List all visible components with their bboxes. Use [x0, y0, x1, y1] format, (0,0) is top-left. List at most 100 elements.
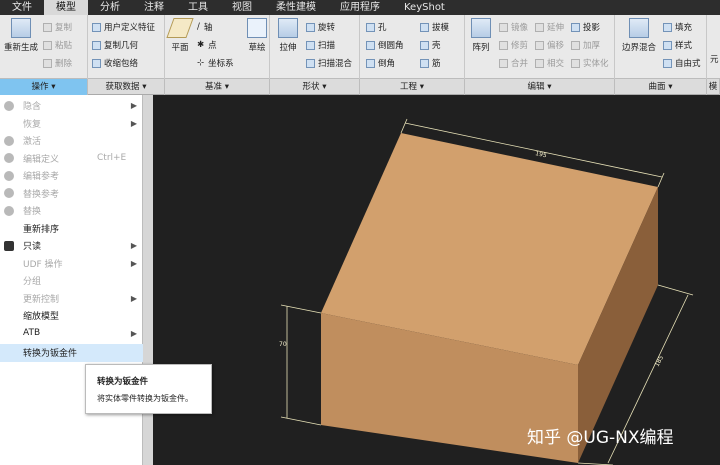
shrinkwrap-icon	[92, 58, 101, 68]
group-get-data: 用户定义特征 复制几何 收缩包络	[88, 15, 165, 79]
operations-group-dropdown[interactable]: 操作 ▾	[0, 79, 88, 95]
project-button[interactable]: 投影	[571, 21, 600, 33]
tab-file[interactable]: 文件	[0, 0, 44, 15]
intersect-button[interactable]: 相交	[535, 57, 564, 69]
revolve-button[interactable]: 旋转	[306, 21, 335, 33]
sweep-icon	[306, 40, 315, 50]
menu-item-edit-definition[interactable]: 编辑定义 Ctrl+E	[0, 150, 143, 168]
menu-item-scale-model[interactable]: 缩放模型	[0, 307, 143, 325]
offset-button[interactable]: 偏移	[535, 39, 564, 51]
group-engineering: 孔 倒圆角 倒角 拔模 壳 筋	[360, 15, 465, 79]
extend-button[interactable]: 延伸	[535, 21, 564, 33]
graphics-viewport[interactable]: 195 70 185	[153, 95, 720, 465]
delete-icon	[43, 58, 52, 68]
ribbon-tabs: 文件 模型 分析 注释 工具 视图 柔性建模 应用程序 KeyShot	[0, 0, 720, 15]
tab-keyshot[interactable]: KeyShot	[392, 0, 457, 15]
intersect-icon	[535, 58, 544, 68]
csys-button[interactable]: ⊹ 坐标系	[197, 57, 234, 69]
udf-button[interactable]: 用户定义特征	[92, 21, 155, 33]
menu-item-group[interactable]: 分组	[0, 272, 143, 290]
replace-icon	[4, 205, 14, 216]
shell-button[interactable]: 壳	[420, 39, 441, 51]
tab-applications[interactable]: 应用程序	[328, 0, 392, 15]
menu-item-udf-operations[interactable]: UDF 操作 ▶	[0, 255, 143, 273]
tab-tools[interactable]: 工具	[176, 0, 220, 15]
revolve-icon	[306, 22, 315, 32]
copy-button[interactable]: 复制	[43, 21, 72, 33]
shapes-group-dropdown[interactable]: 形状 ▾	[270, 79, 360, 95]
suppress-icon	[4, 100, 14, 111]
menu-item-suppress[interactable]: 隐含 ▶	[0, 97, 143, 115]
delete-button[interactable]: 删除	[43, 57, 72, 69]
rib-button[interactable]: 筋	[420, 57, 441, 69]
menu-item-update-control[interactable]: 更新控制 ▶	[0, 290, 143, 308]
sketch-icon	[247, 18, 267, 38]
menu-item-convert-to-sheetmetal[interactable]: 转换为钣金件	[0, 344, 143, 362]
boundary-blend-icon	[629, 18, 649, 38]
tab-flexible-modeling[interactable]: 柔性建模	[264, 0, 328, 15]
tab-model[interactable]: 模型	[44, 0, 88, 15]
mirror-button[interactable]: 镜像	[499, 21, 528, 33]
model-intent-group-dropdown[interactable]: 模	[707, 79, 720, 95]
group-editing: 阵列 镜像 修剪 合并 延伸 偏移 相交 投影 加厚 实体化	[465, 15, 615, 79]
menu-item-atb[interactable]: ATB ▶	[0, 325, 143, 343]
dimension-depth[interactable]: 185	[654, 354, 666, 368]
draft-button[interactable]: 拔模	[420, 21, 449, 33]
thicken-button[interactable]: 加厚	[571, 39, 600, 51]
paste-button[interactable]: 粘贴	[43, 39, 72, 51]
menu-item-read-only[interactable]: 只读 ▶	[0, 237, 143, 255]
datum-group-dropdown[interactable]: 基准 ▾	[165, 79, 270, 95]
round-button[interactable]: 倒圆角	[366, 39, 404, 51]
sweep-button[interactable]: 扫描	[306, 39, 335, 51]
chamfer-button[interactable]: 倒角	[366, 57, 395, 69]
freestyle-button[interactable]: 自由式	[663, 57, 701, 69]
editing-group-dropdown[interactable]: 编辑 ▾	[465, 79, 615, 95]
point-button[interactable]: ✱ 点	[197, 39, 217, 51]
tab-analysis[interactable]: 分析	[88, 0, 132, 15]
lock-icon	[4, 240, 14, 251]
fill-button[interactable]: 填充	[663, 21, 692, 33]
trim-button[interactable]: 修剪	[499, 39, 528, 51]
hole-button[interactable]: 孔	[366, 21, 387, 33]
menu-item-replace[interactable]: 替换	[0, 202, 143, 220]
style-button[interactable]: 样式	[663, 39, 692, 51]
menu-item-edit-references[interactable]: 编辑参考	[0, 167, 143, 185]
dimension-height[interactable]: 70	[279, 341, 287, 348]
regenerate-button[interactable]: 重新生成	[2, 18, 40, 53]
axis-button[interactable]: / 轴	[197, 21, 212, 33]
submenu-arrow-icon: ▶	[130, 241, 137, 251]
solidify-button[interactable]: 实体化	[571, 57, 609, 69]
submenu-arrow-icon: ▶	[130, 101, 137, 111]
get-data-group-dropdown[interactable]: 获取数据 ▾	[88, 79, 165, 95]
extrude-button[interactable]: 拉伸	[274, 18, 302, 53]
plane-icon	[166, 18, 194, 38]
dimension-line	[280, 416, 322, 426]
round-icon	[366, 40, 375, 50]
sketch-button[interactable]: 草绘	[245, 18, 269, 53]
tab-view[interactable]: 视图	[220, 0, 264, 15]
solidify-icon	[571, 58, 580, 68]
copy-icon	[43, 22, 52, 32]
merge-button[interactable]: 合并	[499, 57, 528, 69]
csys-icon: ⊹	[197, 58, 205, 68]
menu-item-replace-references[interactable]: 替换参考	[0, 185, 143, 203]
mirror-icon	[499, 22, 508, 32]
engineering-group-dropdown[interactable]: 工程 ▾	[360, 79, 465, 95]
menu-item-resume[interactable]: 恢复 ▶	[0, 115, 143, 133]
dimension-width[interactable]: 195	[535, 150, 548, 159]
group-shapes: 拉伸 旋转 扫描 扫描混合	[270, 15, 360, 79]
pattern-button[interactable]: 阵列	[469, 18, 493, 53]
copy-geometry-button[interactable]: 复制几何	[92, 39, 138, 51]
model-intent-button[interactable]: 元	[710, 53, 719, 65]
menu-item-activate[interactable]: 激活	[0, 132, 143, 150]
shrinkwrap-button[interactable]: 收缩包络	[92, 57, 138, 69]
trim-icon	[499, 40, 508, 50]
surfaces-group-dropdown[interactable]: 曲面 ▾	[615, 79, 707, 95]
pattern-icon	[471, 18, 491, 38]
tab-annotate[interactable]: 注释	[132, 0, 176, 15]
plane-button[interactable]: 平面	[166, 18, 194, 53]
swept-blend-button[interactable]: 扫描混合	[306, 57, 352, 69]
edit-definition-icon	[4, 153, 14, 164]
boundary-blend-button[interactable]: 边界混合	[617, 18, 661, 53]
menu-item-reorder[interactable]: 重新排序	[0, 220, 143, 238]
